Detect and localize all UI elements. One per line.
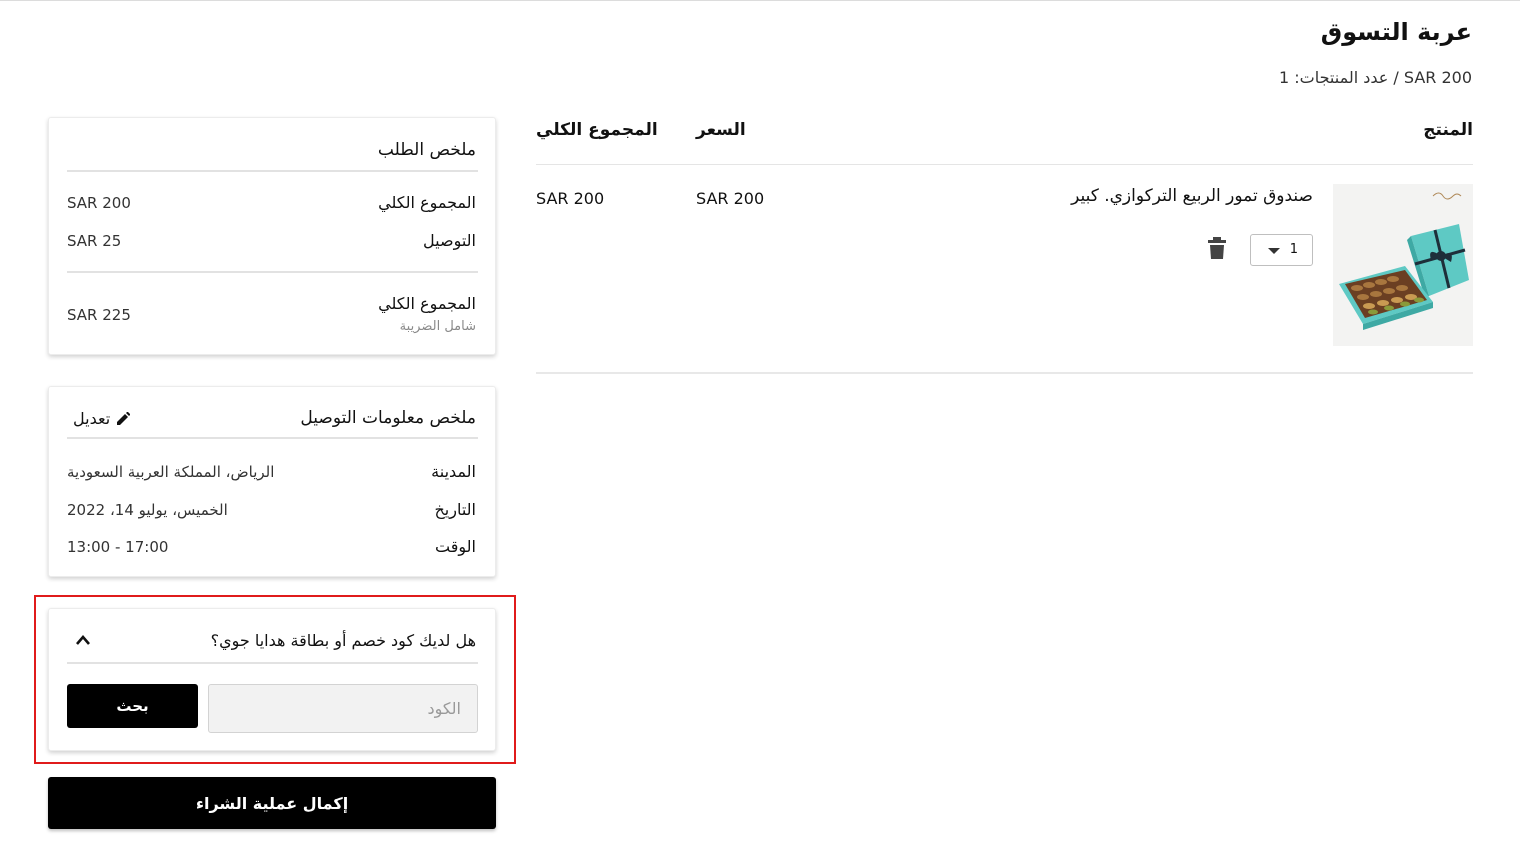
trash-icon[interactable] <box>1208 236 1226 260</box>
column-header-total: المجموع الكلي <box>536 120 658 140</box>
date-value: الخميس، يوليو 14، 2022 <box>67 501 228 519</box>
city-value: الرياض، المملكة العربية السعودية <box>67 463 275 481</box>
date-box-product-image <box>1333 184 1473 346</box>
tax-note: شامل الضريبة <box>399 319 476 334</box>
delivery-summary-title: ملخص معلومات التوصيل <box>300 408 476 428</box>
delivery-fee-value: SAR 25 <box>67 232 122 250</box>
pencil-icon <box>117 411 131 425</box>
chevron-up-icon[interactable] <box>75 634 91 646</box>
header-divider <box>536 164 1473 165</box>
grand-total-value: SAR 225 <box>67 306 131 324</box>
row-divider <box>536 372 1473 374</box>
discount-code-input[interactable] <box>208 684 478 733</box>
item-total: SAR 200 <box>536 189 605 208</box>
checkout-button[interactable]: إكمال عملية الشراء <box>48 777 496 829</box>
subtotal-value: SAR 200 <box>67 194 131 212</box>
column-header-price: السعر <box>696 120 746 140</box>
item-price: SAR 200 <box>696 189 765 208</box>
date-label: التاريخ <box>434 500 476 519</box>
cart-table: المنتج السعر المجموع الكلي صندوق تمور ال… <box>536 112 1473 374</box>
product-name[interactable]: صندوق تمور الربيع التركوازي. كبير <box>1071 186 1313 206</box>
coupon-card: هل لديك كود خصم أو بطاقة هدايا جوي؟ بحث <box>48 608 496 751</box>
edit-delivery-link[interactable]: تعديل <box>73 409 131 428</box>
order-summary-title: ملخص الطلب <box>377 140 476 160</box>
order-summary-card: ملخص الطلب المجموع الكلي SAR 200 التوصيل… <box>48 117 496 355</box>
delivery-summary-card: ملخص معلومات التوصيل تعديل المدينة الريا… <box>48 386 496 577</box>
subtotal-label: المجموع الكلي <box>378 193 476 212</box>
edit-label: تعديل <box>73 409 111 428</box>
card-divider <box>67 662 478 664</box>
grand-total-label: المجموع الكلي <box>378 294 476 313</box>
caret-down-icon <box>1268 248 1280 254</box>
quantity-value: 1 <box>1289 242 1298 257</box>
quantity-select[interactable]: 1 <box>1250 234 1313 266</box>
coupon-question: هل لديك كود خصم أو بطاقة هدايا جوي؟ <box>210 631 476 650</box>
search-button[interactable]: بحث <box>67 684 198 728</box>
card-divider <box>67 437 478 439</box>
column-header-product: المنتج <box>1423 120 1473 140</box>
cart-summary-line: SAR 200 / عدد المنتجات: 1 <box>1278 68 1472 87</box>
page-title: عربة التسوق <box>1320 18 1472 46</box>
card-divider <box>67 170 478 172</box>
time-value: 13:00 - 17:00 <box>67 538 169 556</box>
top-border <box>0 0 1520 1</box>
time-label: الوقت <box>435 537 476 556</box>
delivery-fee-label: التوصيل <box>423 231 476 250</box>
city-label: المدينة <box>431 462 476 481</box>
card-divider <box>67 271 478 273</box>
product-image[interactable] <box>1333 184 1473 346</box>
